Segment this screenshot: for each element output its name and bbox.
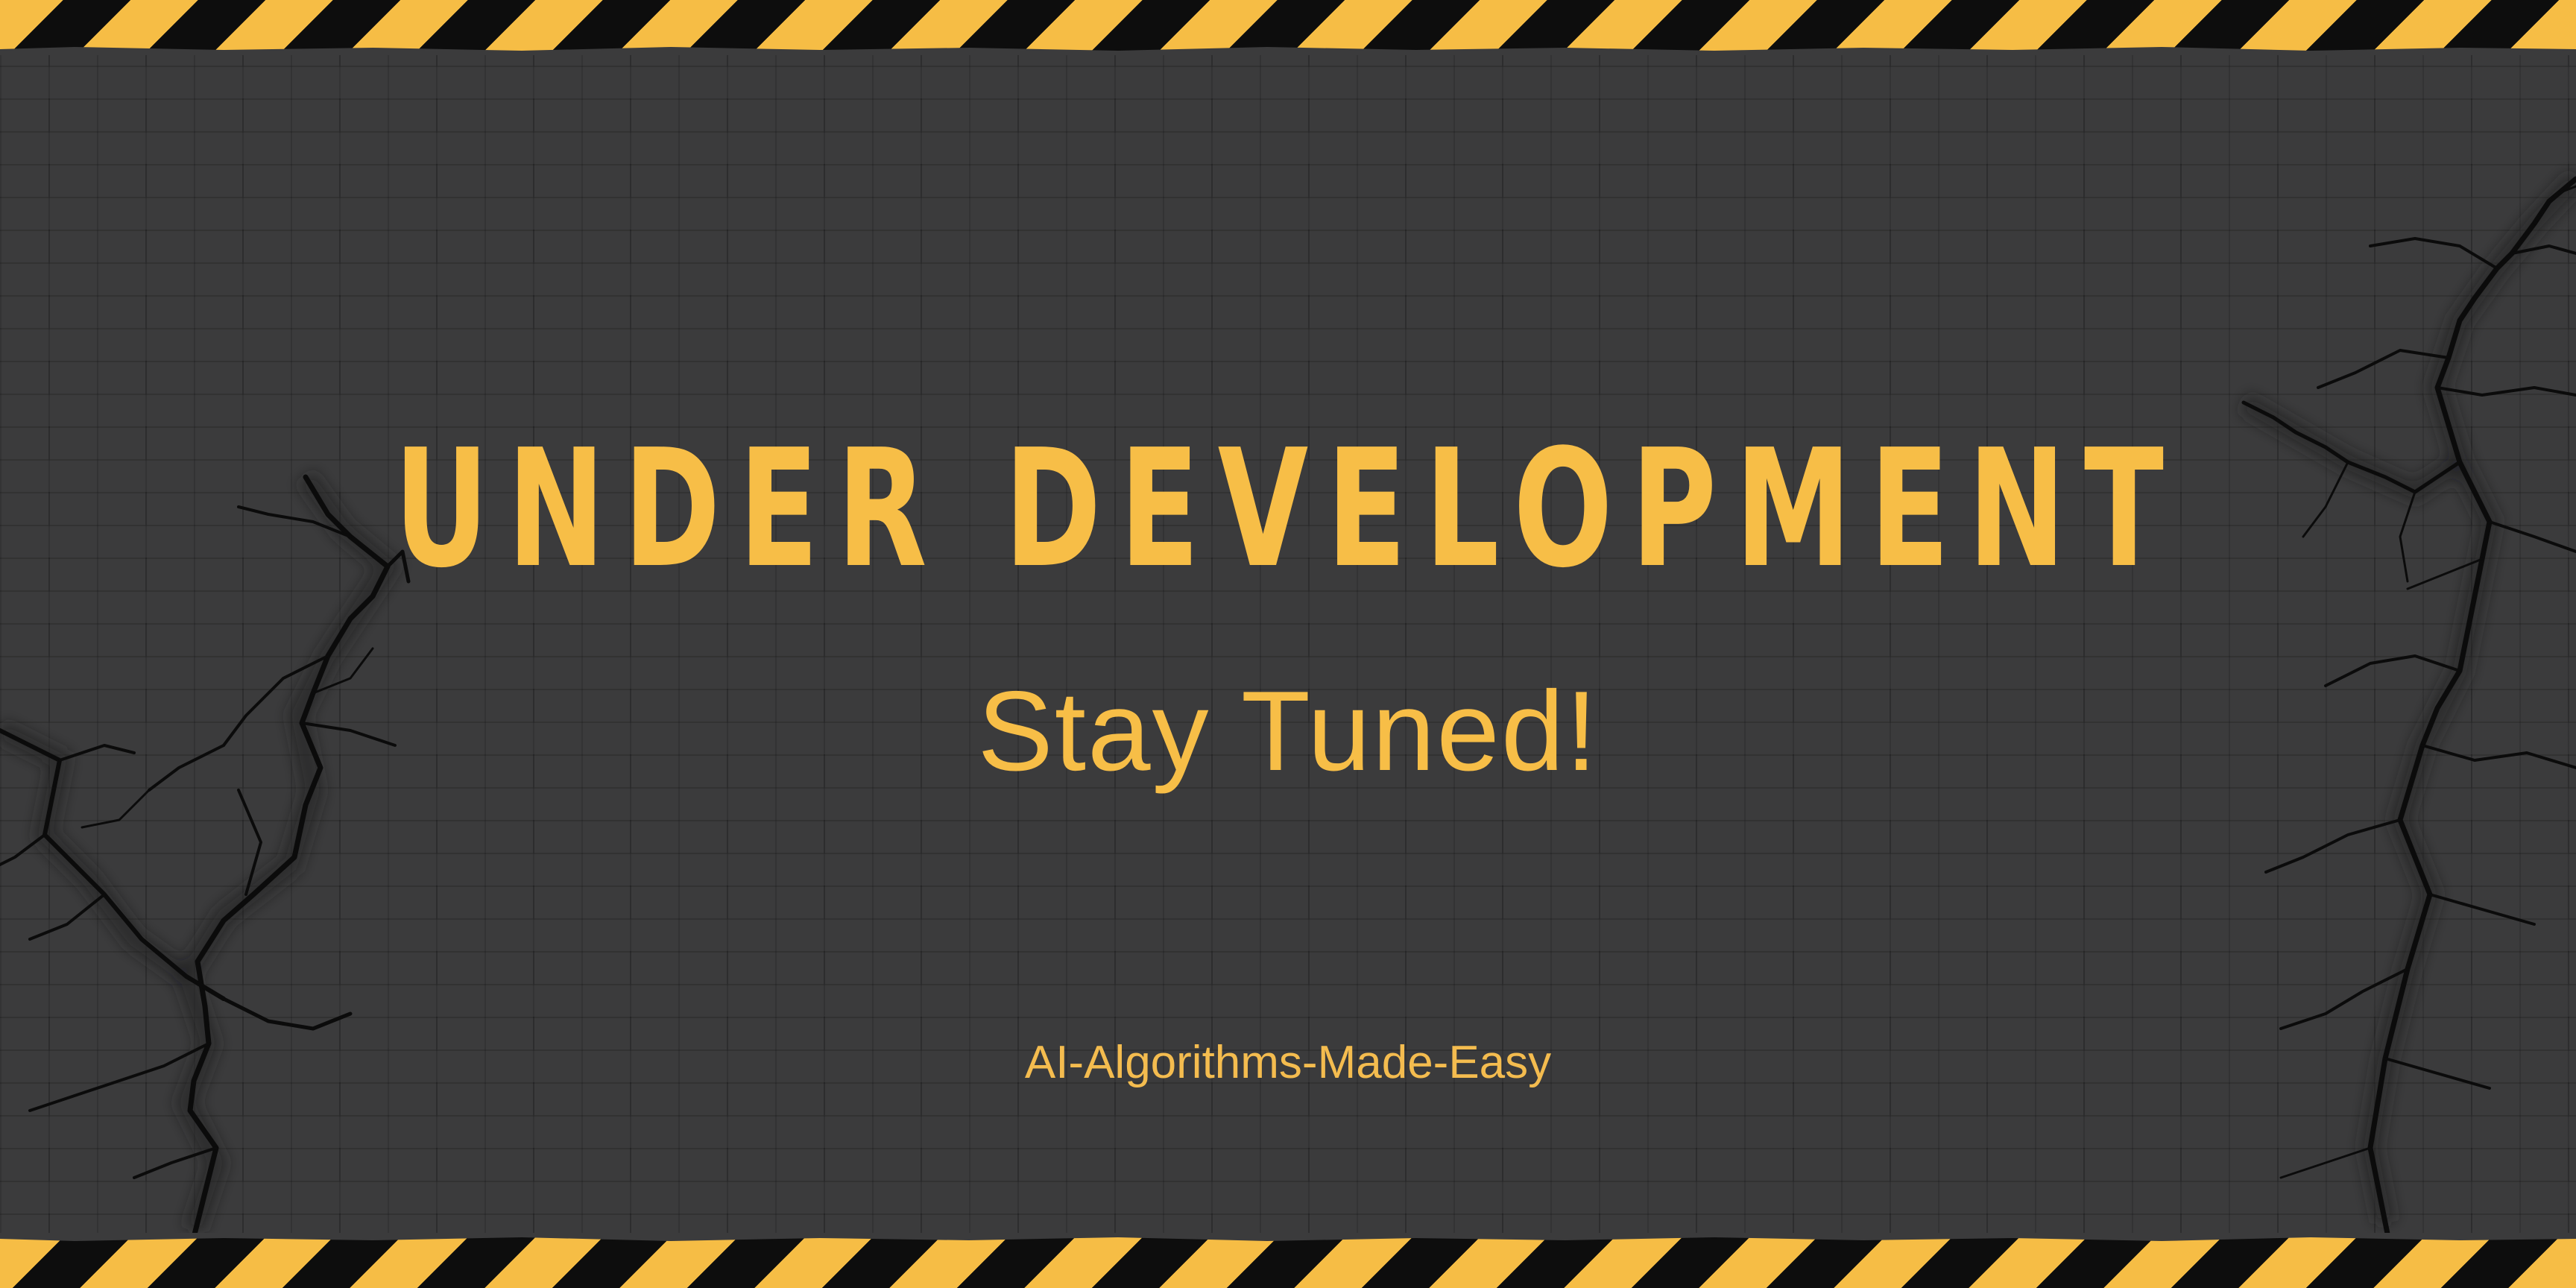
project-name: AI-Algorithms-Made-Easy — [1024, 1037, 1552, 1088]
headline: UNDER DEVELOPMENT — [394, 415, 2182, 604]
subtitle: Stay Tuned! — [977, 668, 1599, 795]
banner-content: UNDER DEVELOPMENT Stay Tuned! AI-Algorit… — [0, 0, 2576, 1288]
under-development-banner: UNDER DEVELOPMENT Stay Tuned! AI-Algorit… — [0, 0, 2576, 1288]
